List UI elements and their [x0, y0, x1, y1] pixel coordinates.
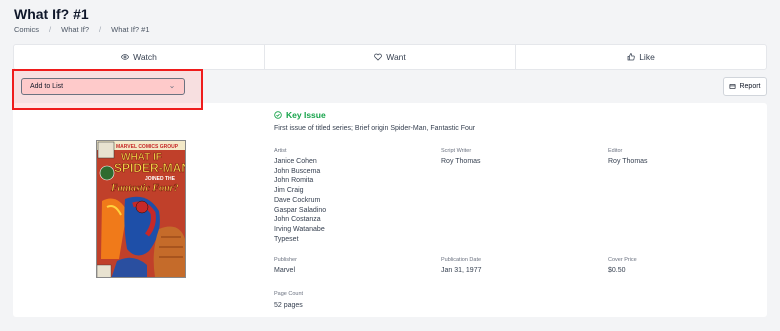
artist-name[interactable]: John Buscema: [274, 167, 326, 177]
artist-name[interactable]: Jim Craig: [274, 186, 326, 196]
comic-cover-image: MARVEL COMICS GROUP WHAT IF SPIDER-MAN J…: [96, 140, 186, 278]
artist-name[interactable]: Typeset: [274, 235, 326, 245]
add-to-list-dropdown[interactable]: Add to List: [21, 78, 185, 95]
editor-label: Editor: [608, 148, 623, 154]
key-issue-label: Key Issue: [286, 110, 326, 120]
breadcrumb-separator: /: [99, 25, 102, 34]
breadcrumb-series[interactable]: What If?: [61, 25, 89, 34]
report-button[interactable]: Report: [723, 77, 767, 96]
breadcrumb: Comics / What If? / What If? #1: [14, 25, 150, 34]
check-circle-icon: [274, 111, 282, 119]
page-count-value: 52 pages: [274, 302, 303, 309]
artist-name[interactable]: John Romita: [274, 176, 326, 186]
artist-name[interactable]: Dave Cockrum: [274, 196, 326, 206]
cover-price-value: $0.50: [608, 267, 626, 274]
artist-name[interactable]: Gaspar Saladino: [274, 206, 326, 216]
action-bar: Watch Want Like: [13, 44, 767, 70]
publisher-value[interactable]: Marvel: [274, 266, 295, 276]
breadcrumb-separator: /: [49, 25, 52, 34]
artist-name[interactable]: Janice Cohen: [274, 157, 326, 167]
page-count-label: Page Count: [274, 291, 304, 297]
artist-name[interactable]: Irving Watanabe: [274, 225, 326, 235]
script-writer-label: Script Writer: [441, 148, 472, 154]
artist-name[interactable]: John Costanza: [274, 215, 326, 225]
script-writer-value[interactable]: Roy Thomas: [441, 157, 481, 167]
thumbs-up-icon: [627, 53, 635, 61]
want-button[interactable]: Want: [265, 45, 516, 69]
breadcrumb-issue: What If? #1: [111, 25, 150, 34]
like-button[interactable]: Like: [516, 45, 766, 69]
watch-label: Watch: [133, 52, 157, 62]
heart-icon: [374, 53, 383, 61]
artist-label: Artist: [274, 148, 287, 154]
key-issue-description: First issue of titled series; Brief orig…: [274, 125, 476, 132]
cover-publisher-logo: MARVEL COMICS GROUP: [116, 144, 179, 150]
publisher-label: Publisher: [274, 257, 297, 263]
breadcrumb-comics[interactable]: Comics: [14, 25, 39, 34]
want-label: Want: [386, 52, 406, 62]
like-label: Like: [639, 52, 655, 62]
cover-title-fantastic-four: Fantastic Four?: [110, 183, 179, 194]
publication-date-value: Jan 31, 1977: [441, 267, 482, 274]
cover-price-label: Cover Price: [608, 257, 637, 263]
key-issue-badge: Key Issue: [274, 110, 326, 120]
report-label: Report: [739, 83, 761, 90]
watch-button[interactable]: Watch: [14, 45, 265, 69]
publication-date-label: Publication Date: [441, 257, 482, 263]
eye-icon: [121, 54, 130, 60]
editor-value[interactable]: Roy Thomas: [608, 157, 648, 167]
artist-list: Janice Cohen John Buscema John Romita Ji…: [274, 157, 326, 244]
flag-icon: [730, 84, 736, 89]
cover-title-joined: JOINED THE: [145, 176, 176, 182]
add-to-list-label: Add to List: [30, 83, 64, 90]
page-title: What If? #1: [14, 6, 89, 22]
cover-title-spider-man: SPIDER-MAN: [114, 161, 186, 175]
chevron-down-icon: [170, 85, 174, 88]
